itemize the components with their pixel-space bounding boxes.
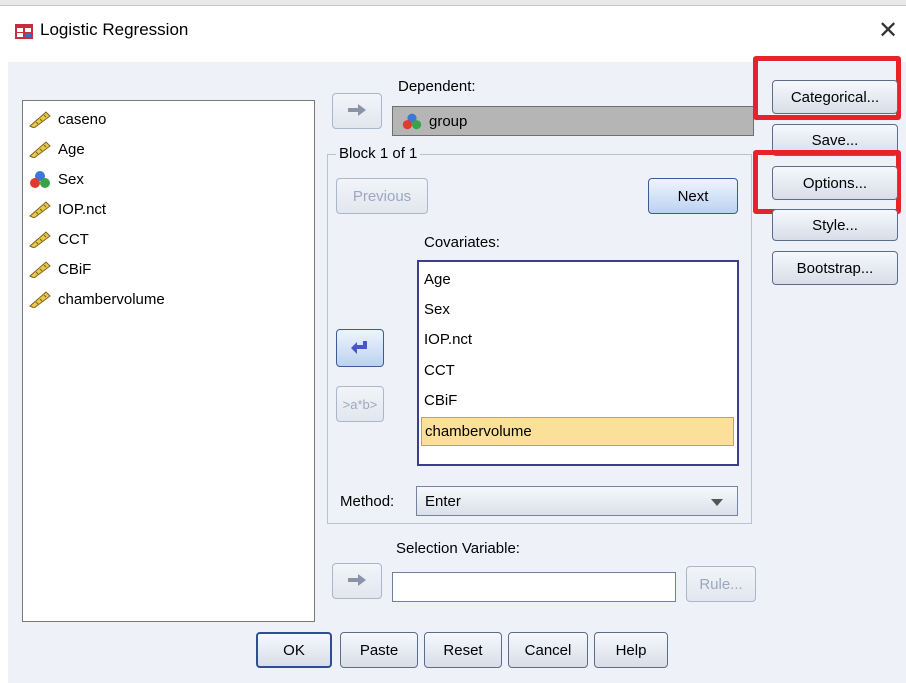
dependent-field[interactable]: group bbox=[392, 106, 754, 136]
bootstrap-button[interactable]: Bootstrap... bbox=[772, 251, 898, 285]
reset-button[interactable]: Reset bbox=[424, 632, 502, 668]
style-button[interactable]: Style... bbox=[772, 209, 898, 241]
block-label: Block 1 of 1 bbox=[336, 145, 421, 162]
previous-button[interactable]: Previous bbox=[336, 178, 428, 214]
list-item[interactable]: CCT bbox=[424, 356, 455, 385]
chevron-down-icon bbox=[711, 499, 723, 506]
help-button[interactable]: Help bbox=[594, 632, 668, 668]
dependent-value: group bbox=[429, 112, 468, 130]
variable-name: chambervolume bbox=[58, 290, 165, 308]
list-item[interactable]: Age bbox=[424, 265, 451, 294]
variable-name: CCT bbox=[58, 230, 89, 248]
dependent-label: Dependent: bbox=[398, 78, 476, 95]
list-item[interactable]: Sex bbox=[424, 295, 450, 324]
cancel-button[interactable]: Cancel bbox=[508, 632, 588, 668]
list-item[interactable]: CCT bbox=[28, 224, 89, 254]
list-item[interactable]: IOP.nct bbox=[424, 325, 472, 354]
nominal-icon bbox=[402, 113, 422, 130]
variable-name: CBiF bbox=[58, 260, 92, 278]
arrow-right-icon bbox=[348, 104, 366, 116]
ruler-icon bbox=[29, 111, 51, 128]
move-to-selection-button[interactable] bbox=[332, 563, 382, 599]
move-to-covariates-button[interactable] bbox=[336, 329, 384, 367]
list-item[interactable]: chambervolume bbox=[28, 284, 165, 314]
selection-variable-field[interactable] bbox=[392, 572, 676, 602]
ruler-icon bbox=[29, 141, 51, 158]
ruler-icon bbox=[29, 201, 51, 218]
list-item[interactable]: CBiF bbox=[28, 254, 91, 284]
window-title: Logistic Regression bbox=[40, 20, 189, 39]
categorical-button[interactable]: Categorical... bbox=[772, 80, 898, 114]
list-item[interactable]: caseno bbox=[28, 104, 106, 134]
selection-variable-label: Selection Variable: bbox=[396, 540, 520, 557]
ruler-icon bbox=[29, 291, 51, 308]
list-item[interactable]: Sex bbox=[28, 164, 84, 194]
rule-button[interactable]: Rule... bbox=[686, 566, 756, 602]
ok-button[interactable]: OK bbox=[256, 632, 332, 668]
method-label: Method: bbox=[340, 493, 395, 510]
close-icon[interactable]: ✕ bbox=[878, 16, 898, 45]
list-item-selected[interactable]: chambervolume bbox=[421, 417, 734, 446]
list-item[interactable]: CBiF bbox=[424, 386, 457, 415]
covariates-label: Covariates: bbox=[424, 234, 500, 251]
paste-button[interactable]: Paste bbox=[340, 632, 418, 668]
method-select[interactable]: Enter bbox=[416, 486, 738, 516]
move-to-dependent-button[interactable] bbox=[332, 93, 382, 129]
variable-name: caseno bbox=[58, 110, 107, 128]
arrow-right-icon bbox=[348, 574, 366, 586]
options-button[interactable]: Options... bbox=[772, 166, 898, 200]
arrow-left-icon bbox=[351, 341, 367, 354]
variable-name: Sex bbox=[58, 170, 84, 188]
interaction-button[interactable]: >a*b> bbox=[336, 386, 384, 422]
method-value: Enter bbox=[425, 492, 461, 510]
next-button[interactable]: Next bbox=[648, 178, 738, 214]
nominal-icon bbox=[30, 171, 50, 188]
ruler-icon bbox=[29, 261, 51, 278]
spss-app-icon bbox=[15, 24, 33, 39]
variable-name: Age bbox=[58, 140, 85, 158]
ruler-icon bbox=[29, 231, 51, 248]
variable-name: IOP.nct bbox=[58, 200, 107, 218]
list-item[interactable]: Age bbox=[28, 134, 85, 164]
list-item[interactable]: IOP.nct bbox=[28, 194, 106, 224]
